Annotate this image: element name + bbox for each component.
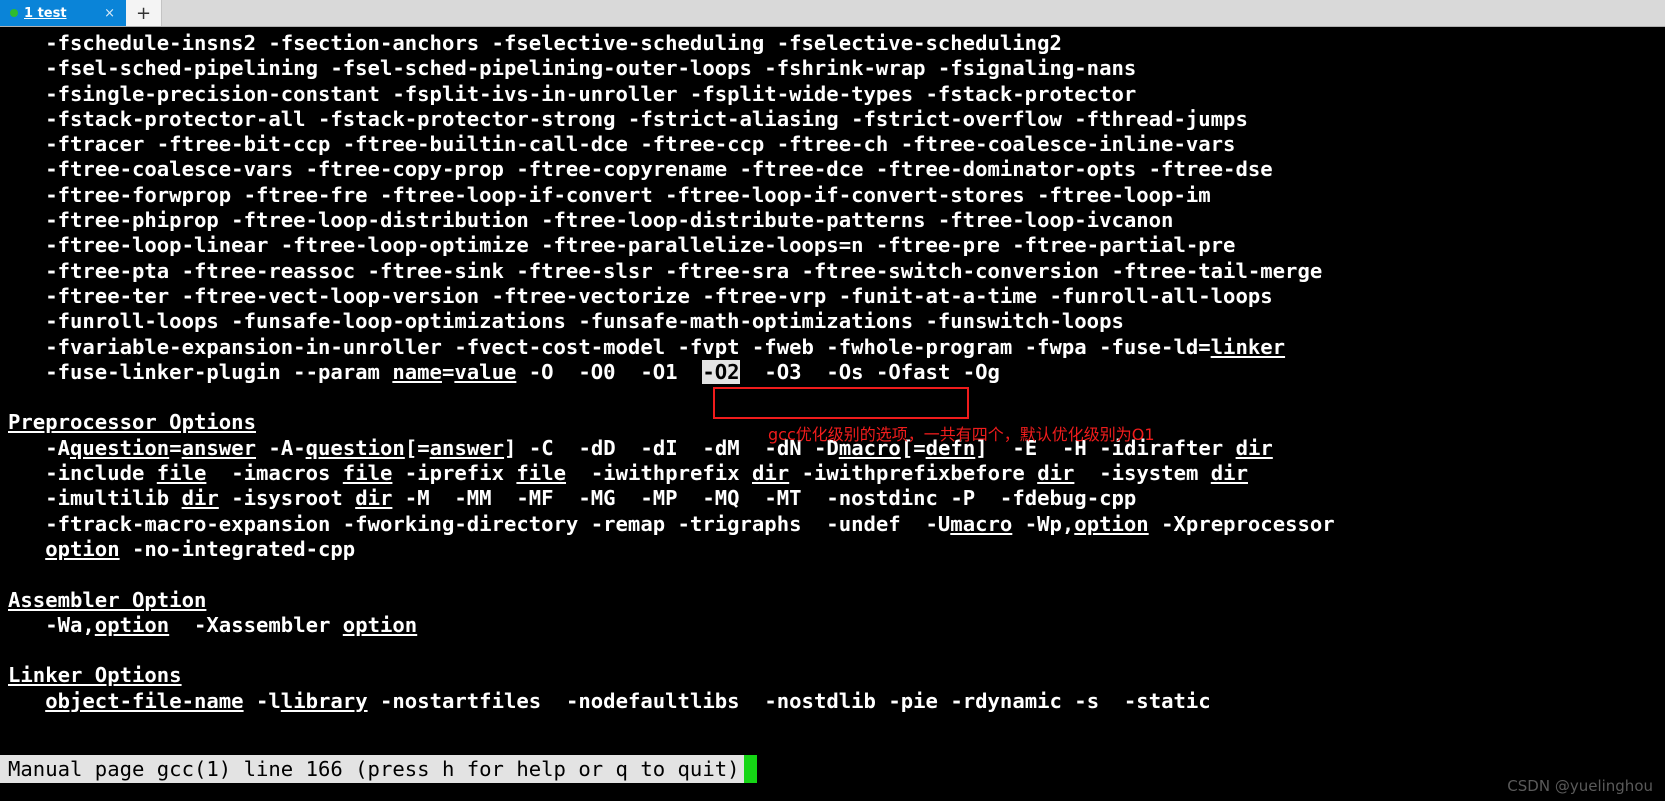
tab-name: test <box>37 5 67 21</box>
pager-line: -fschedule-insns2 -fsection-anchors -fse… <box>8 31 1062 55</box>
pager-line: -include file -imacros file -iprefix fil… <box>8 461 1248 486</box>
tab-index: 1 <box>24 5 34 21</box>
close-icon[interactable]: × <box>101 7 118 20</box>
pager-line: -ftrack-macro-expansion -fworking-direct… <box>8 511 1335 536</box>
pager-line: -funroll-loops -funsafe-loop-optimizatio… <box>8 309 1124 334</box>
pager-line: -ftree-phiprop -ftree-loop-distribution … <box>8 208 1174 233</box>
pager-line <box>0 385 1335 410</box>
pager-line: -imultilib dir -isysroot dir -M -MM -MF … <box>8 486 1137 511</box>
annotation-text: gcc优化级别的选项，一共有四个，默认优化级别为O1 <box>768 425 1155 444</box>
pager-line: -ftree-ter -ftree-vect-loop-version -ftr… <box>8 283 1273 308</box>
pager-line: option -no-integrated-cpp <box>45 536 356 561</box>
pager-status-line: Manual page gcc(1) line 166 (press h for… <box>0 755 757 783</box>
terminal-tab-1[interactable]: 1 test × <box>0 0 126 26</box>
pager-line: -ftree-loop-linear -ftree-loop-optimize … <box>8 233 1236 258</box>
new-tab-button[interactable]: + <box>126 0 162 26</box>
pager-line: Assembler Option <box>8 587 207 612</box>
pager-line: -Wa,option -Xassembler option <box>8 612 418 637</box>
pager-line: object-file-name -llibrary -nostartfiles… <box>45 688 1211 713</box>
pager-line <box>0 638 1335 663</box>
status-text: Manual page gcc(1) line 166 (press h for… <box>0 755 744 783</box>
tab-activity-dot <box>10 9 18 17</box>
pager-line: -fsel-sched-pipelining -fsel-sched-pipel… <box>8 56 1137 81</box>
pager-line: -fvariable-expansion-in-unroller -fvect-… <box>8 334 1286 359</box>
pager-line: -ftree-coalesce-vars -ftree-copy-prop -f… <box>8 157 1273 182</box>
tab-bar-empty-area <box>162 0 1665 26</box>
pager-content: -fschedule-insns2 -fsection-anchors -fse… <box>0 27 1335 714</box>
pager-line: -ftree-forwprop -ftree-fre -ftree-loop-i… <box>8 182 1211 207</box>
pager-line: -fsingle-precision-constant -fsplit-ivs-… <box>8 81 1137 106</box>
cursor-block <box>743 755 757 783</box>
pager-line <box>0 562 1335 587</box>
tab-title: 1 test <box>24 6 67 21</box>
pager-line: -ftracer -ftree-bit-ccp -ftree-builtin-c… <box>8 132 1236 157</box>
pager-line: -fstack-protector-all -fstack-protector-… <box>8 106 1248 131</box>
pager-line: Linker Options <box>8 663 182 688</box>
pager-line: -ftree-pta -ftree-reassoc -ftree-sink -f… <box>8 258 1323 283</box>
pager-line: -fuse-linker-plugin --param name=value -… <box>8 359 1000 384</box>
watermark: CSDN @yuelinghou <box>1507 777 1653 795</box>
tab-bar: 1 test × + <box>0 0 1665 27</box>
terminal-screen[interactable]: -fschedule-insns2 -fsection-anchors -fse… <box>0 27 1665 801</box>
